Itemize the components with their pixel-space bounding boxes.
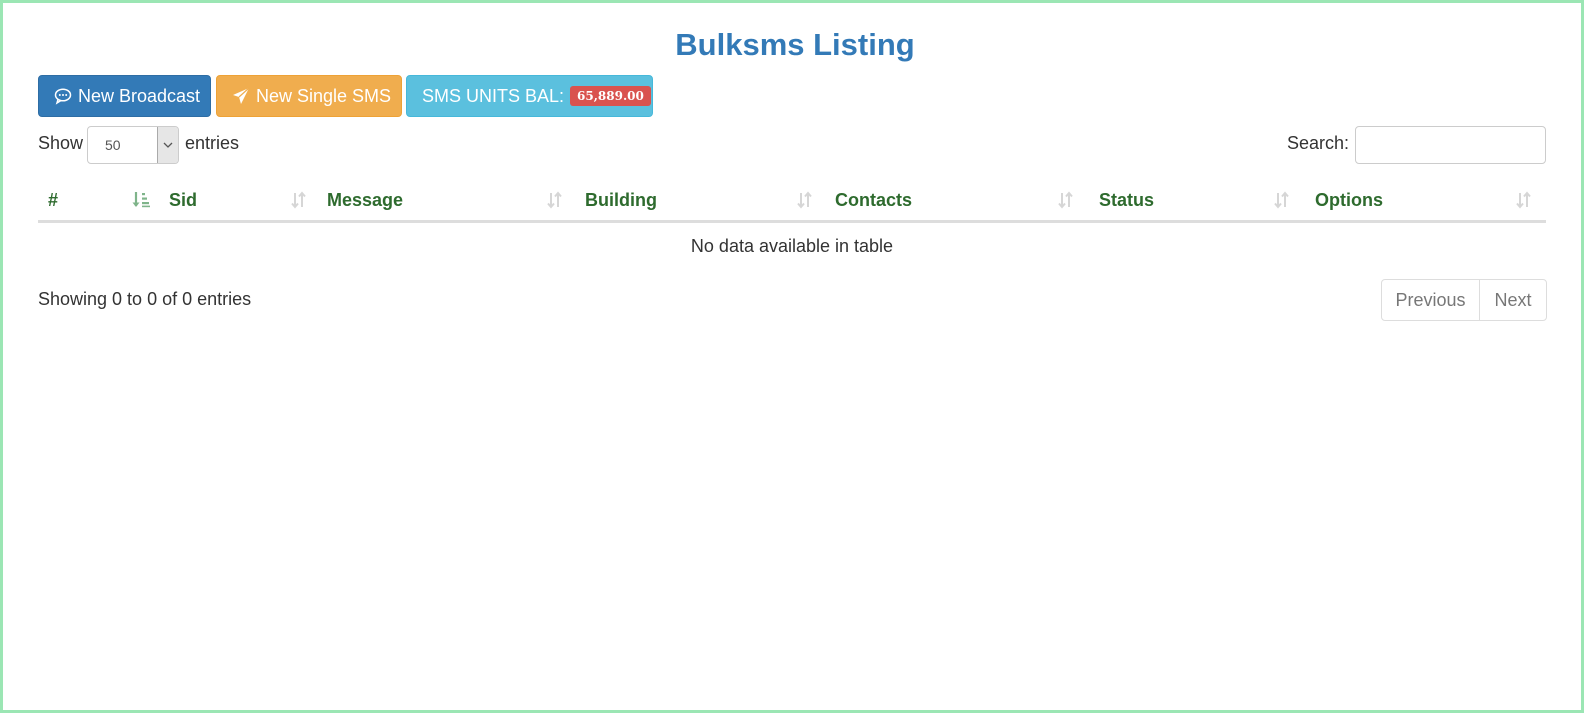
table-info: Showing 0 to 0 of 0 entries (38, 289, 252, 309)
column-label: Contacts (835, 190, 913, 210)
column-header-contacts[interactable]: Contacts (835, 181, 1065, 220)
entries-label: entries (185, 133, 240, 153)
sms-units-label: SMS UNITS BAL: (422, 85, 565, 106)
entries-per-page-select[interactable]: 50 (87, 126, 179, 164)
table-header: # Sid Message Building Contacts Status O… (38, 181, 1546, 223)
search-label: Search: (1287, 133, 1350, 153)
page-frame: Bulksms Listing New Broadcast New Single… (0, 0, 1584, 713)
sort-icon[interactable] (1056, 190, 1076, 210)
empty-message: No data available in table (690, 235, 894, 256)
entries-per-page-value: 50 (105, 137, 121, 153)
column-header-building[interactable]: Building (585, 181, 805, 220)
sms-units-balance-button[interactable]: SMS UNITS BAL: 65,889.00 (406, 75, 653, 117)
new-single-sms-label: New Single SMS (256, 85, 392, 106)
new-broadcast-label: New Broadcast (78, 85, 201, 106)
sort-icon[interactable] (289, 190, 309, 210)
comment-dots-icon (54, 87, 72, 105)
sort-icon[interactable] (545, 190, 565, 210)
show-label: Show (38, 133, 84, 153)
column-label: # (48, 190, 59, 210)
table-empty-row: No data available in table (38, 224, 1546, 268)
new-single-sms-button[interactable]: New Single SMS (216, 75, 402, 117)
sort-icon[interactable] (1272, 190, 1292, 210)
sort-ascending-icon[interactable] (131, 190, 151, 210)
search-input[interactable] (1355, 126, 1546, 164)
sort-icon[interactable] (1514, 190, 1534, 210)
column-header-status[interactable]: Status (1099, 181, 1289, 220)
pagination: Previous Next (1381, 279, 1547, 321)
previous-page-button[interactable]: Previous (1382, 280, 1480, 320)
column-label: Sid (169, 190, 198, 210)
paper-plane-icon (232, 87, 250, 105)
page-title: Bulksms Listing (675, 27, 915, 62)
sms-units-badge: 65,889.00 (570, 86, 651, 106)
column-label: Options (1315, 190, 1383, 210)
new-broadcast-button[interactable]: New Broadcast (38, 75, 211, 117)
chevron-down-icon[interactable] (157, 127, 178, 163)
column-label: Message (327, 190, 404, 210)
next-page-button[interactable]: Next (1480, 280, 1546, 320)
column-header-options[interactable]: Options (1315, 181, 1515, 220)
column-label: Status (1099, 190, 1155, 210)
column-header-message[interactable]: Message (327, 181, 557, 220)
sort-icon[interactable] (795, 190, 815, 210)
column-label: Building (585, 190, 657, 210)
column-header-sid[interactable]: Sid (169, 181, 309, 220)
